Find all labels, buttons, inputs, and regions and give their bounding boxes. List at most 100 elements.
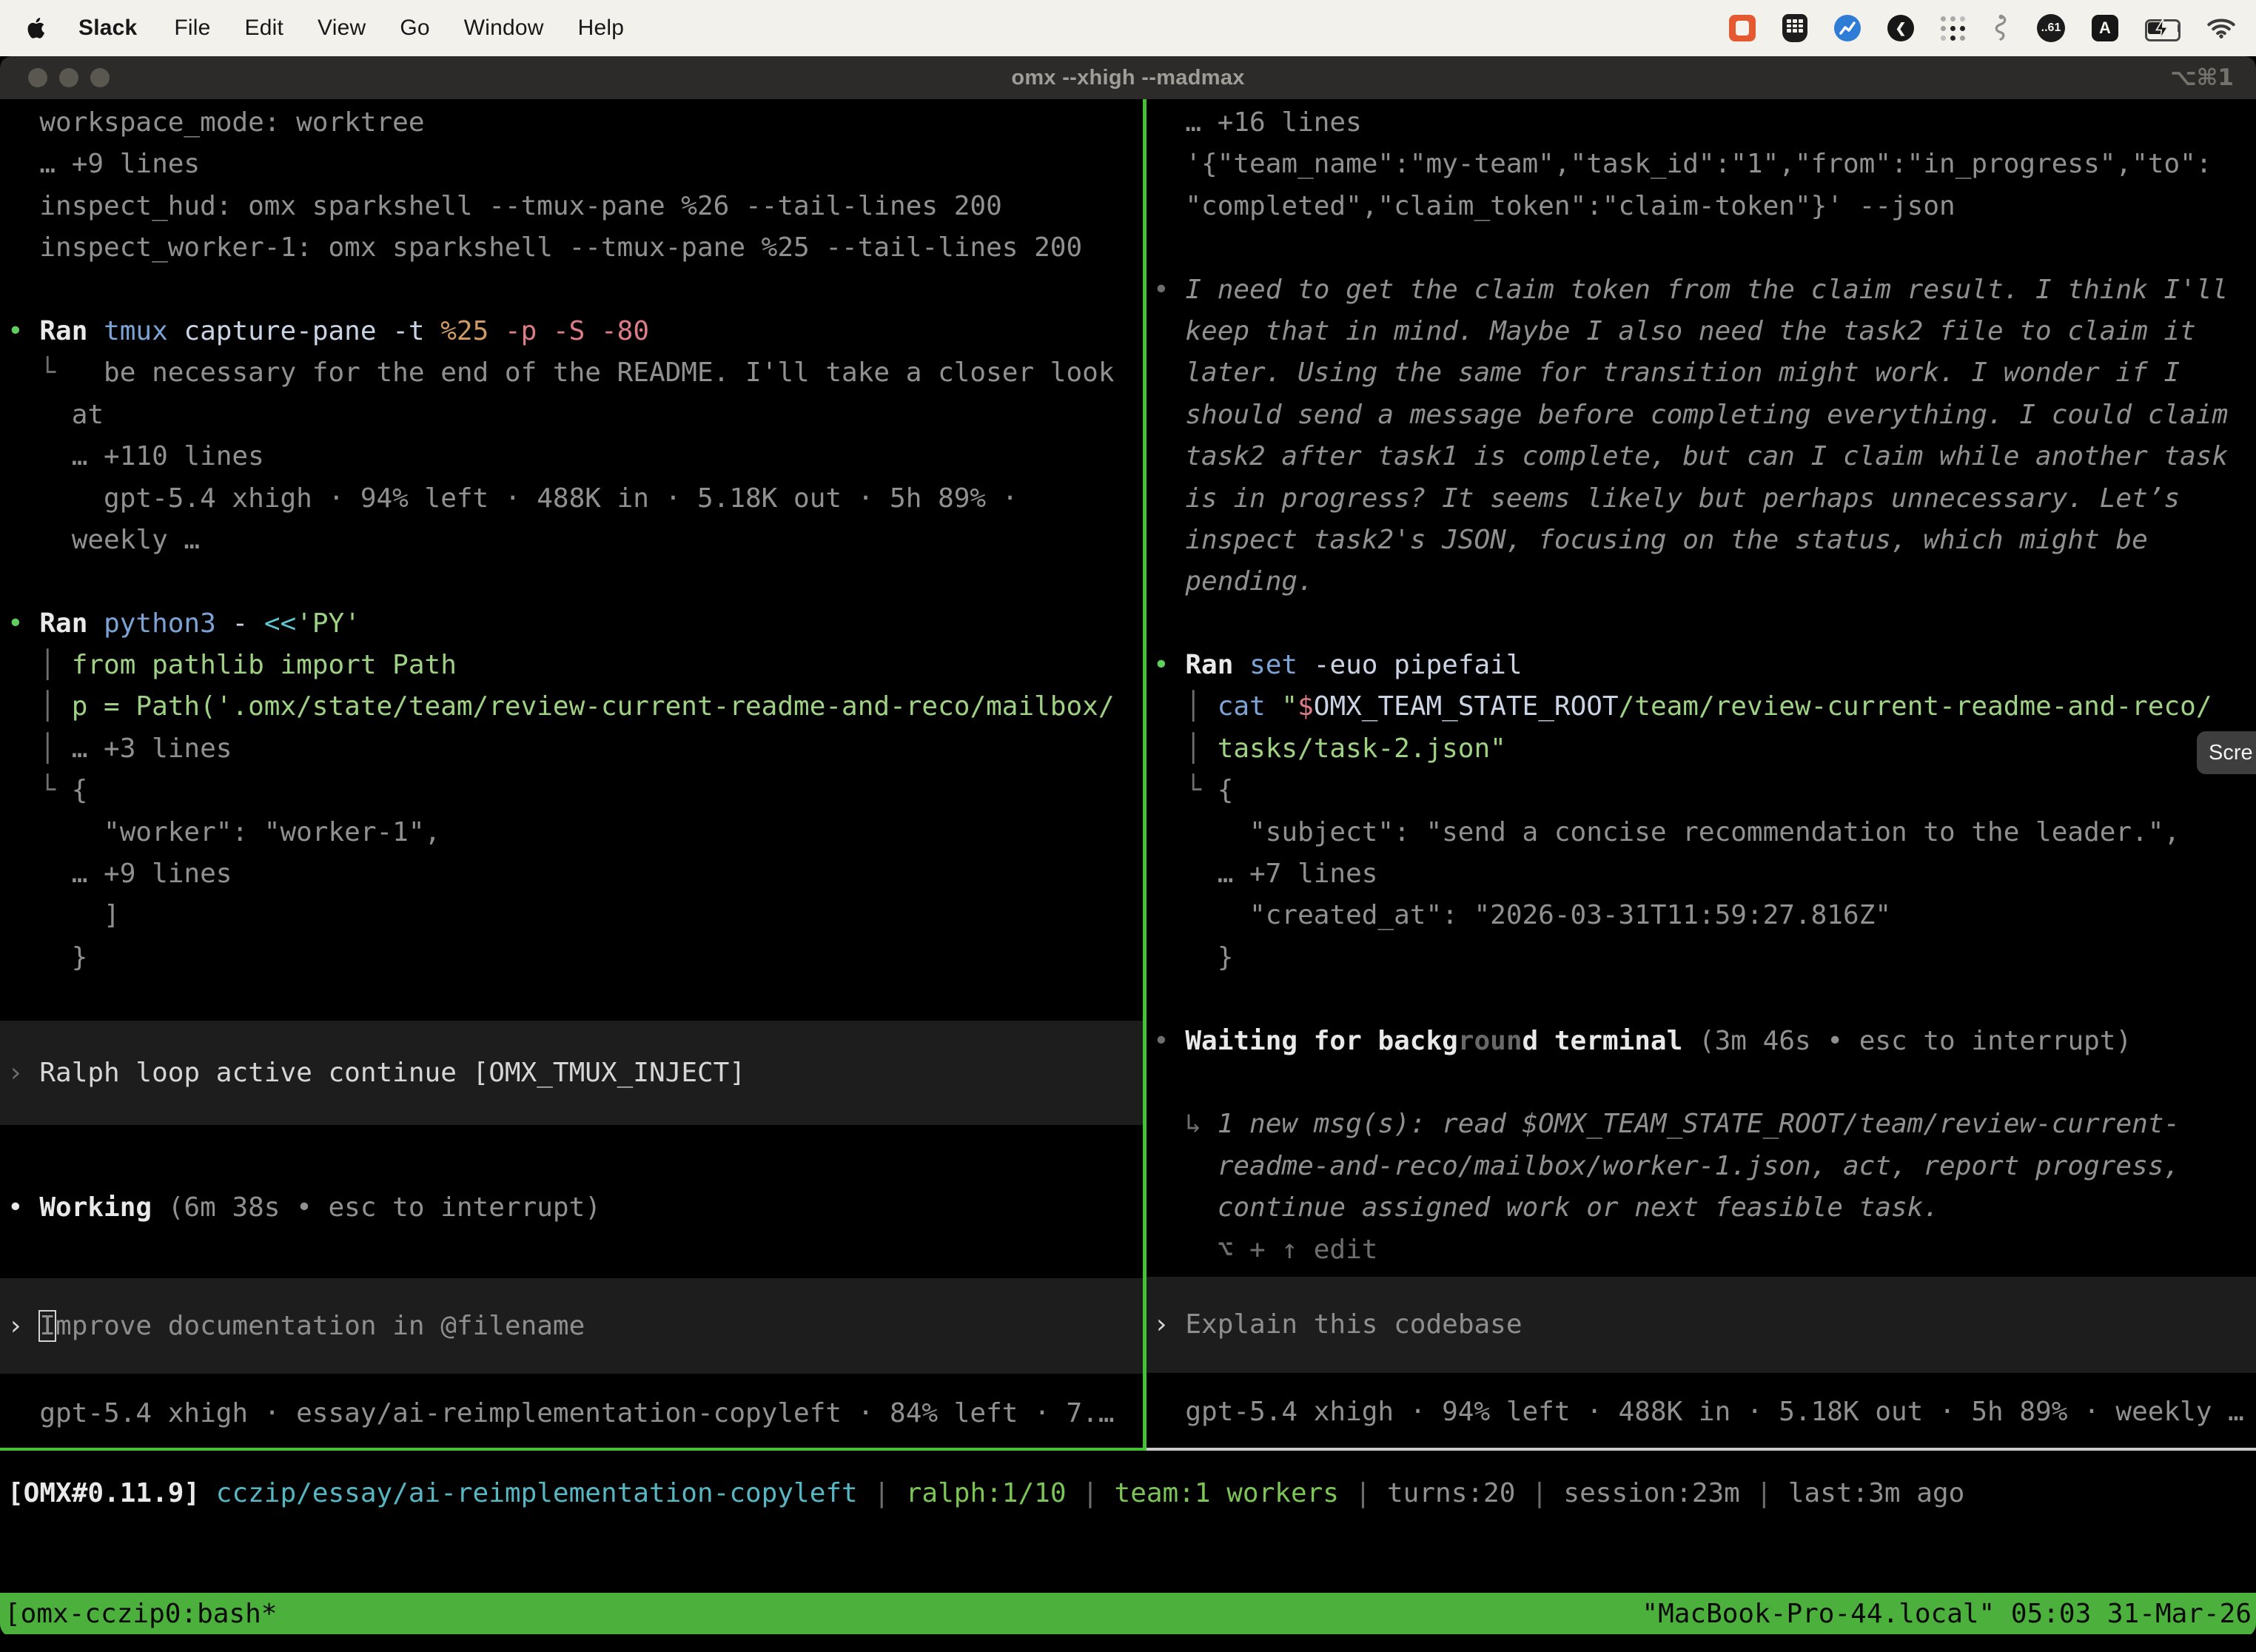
- zoom-button[interactable]: [90, 68, 110, 87]
- terminal-line: pending.: [1153, 561, 2256, 602]
- terminal-line: should send a message before completing …: [1153, 394, 2256, 436]
- text-segment: |: [1740, 1478, 1788, 1508]
- menu-item-view[interactable]: View: [318, 16, 366, 40]
- menu-item-edit[interactable]: Edit: [245, 16, 284, 40]
- terminal-line: │ from pathlib import Path: [7, 645, 1143, 686]
- text-segment: •: [1153, 1026, 1185, 1056]
- terminal-line: [1153, 603, 2256, 645]
- menu-items: Slack File Edit View Go Window Help: [0, 16, 658, 41]
- terminal-line: │ … +3 lines: [7, 728, 1143, 770]
- dots-grid-icon[interactable]: [1941, 16, 1964, 40]
- text-segment: inspect_hud: omx sparkshell --tmux-pane …: [7, 191, 1002, 221]
- menu-item-window[interactable]: Window: [464, 16, 544, 40]
- terminal-line: inspect_worker-1: omx sparkshell --tmux-…: [7, 227, 1143, 269]
- menu-item-file[interactable]: File: [174, 16, 210, 40]
- ralph-loop-banner: › Ralph loop active continue [OMX_TMUX_I…: [0, 1021, 1143, 1125]
- text-segment: │: [1153, 691, 1218, 722]
- terminal-line: [1153, 1062, 2256, 1104]
- terminal-line: task2 after task1 is complete, but can I…: [1153, 436, 2256, 477]
- stats-bolt-icon[interactable]: [1834, 15, 1861, 41]
- text-segment: ›: [1153, 1309, 1185, 1340]
- text-segment: {: [72, 775, 88, 805]
- text-segment: [OMX#0.11.9]: [7, 1478, 216, 1508]
- text-segment: cczip/essay/ai-reimplementation-copyleft: [216, 1478, 858, 1508]
- text-segment: ]: [7, 900, 120, 930]
- terminal-line: [1153, 1373, 2256, 1391]
- text-segment: ↳: [1153, 1109, 1218, 1139]
- text-segment: |: [858, 1478, 906, 1508]
- wifi-icon[interactable]: [2207, 17, 2235, 39]
- character-input-icon[interactable]: A: [2092, 15, 2118, 41]
- text-segment: weekly …: [7, 525, 200, 555]
- terminal-line: later. Using the same for transition mig…: [1153, 352, 2256, 394]
- close-button[interactable]: [28, 68, 47, 87]
- terminal-line: • Ran tmux capture-pane -t %25 -p -S -80: [7, 311, 1143, 352]
- text-segment: session:23m: [1563, 1478, 1739, 1508]
- text-segment: be necessary for the end of the README. …: [104, 357, 1114, 388]
- text-segment: … +7 lines: [1153, 859, 1377, 889]
- chevron-circle-icon[interactable]: ❮: [1887, 15, 1914, 41]
- text-segment: OMX_TEAM_STATE_ROOT: [1314, 691, 1619, 722]
- text-segment: ralph:1/10: [906, 1478, 1067, 1508]
- terminal-line: [1153, 1271, 2256, 1277]
- text-segment: -: [232, 608, 263, 639]
- menu-item-slack[interactable]: Slack: [78, 16, 137, 40]
- text-segment: Waiting for backg: [1185, 1026, 1457, 1056]
- terminal-line: │ tasks/task-2.json": [1153, 728, 2256, 770]
- terminal-line: at: [7, 394, 1143, 436]
- terminal-line: ↳ 1 new msg(s): read $OMX_TEAM_STATE_ROO…: [1153, 1104, 2256, 1145]
- terminal-line: … +9 lines: [7, 853, 1143, 895]
- text-segment: workspace_mode: worktree: [7, 107, 425, 138]
- terminal-line: … +110 lines: [7, 436, 1143, 477]
- badge-61-icon[interactable]: ..61: [2037, 14, 2065, 42]
- menu-item-slot: Slack File Edit View Go Window Help: [78, 16, 658, 41]
- screen-share-overlay[interactable]: Scre: [2197, 731, 2256, 774]
- tmux-session-label: [omx-cczip0:bash*: [0, 1599, 277, 1629]
- window-controls: [28, 56, 110, 99]
- terminal-line: [7, 269, 1143, 311]
- terminal-line: workspace_mode: worktree: [7, 102, 1143, 144]
- text-segment: gpt-5.4 xhigh · essay/ai-reimplementatio…: [7, 1398, 1115, 1428]
- text-segment: gpt-5.4 xhigh · 94% left · 488K in · 5.1…: [1153, 1397, 2244, 1427]
- tmux-host-clock: "MacBook-Pro-44.local" 05:03 31-Mar-26: [1642, 1599, 2256, 1629]
- terminal-line: "worker": "worker-1",: [7, 812, 1143, 853]
- text-segment: ›: [7, 1311, 39, 1341]
- text-segment: python3: [104, 608, 232, 639]
- menu-item-go[interactable]: Go: [400, 16, 429, 40]
- text-segment: continue assigned work or next feasible …: [1153, 1192, 1939, 1223]
- screen-recording-icon[interactable]: [1729, 15, 1756, 41]
- terminal-line: "completed","claim_token":"claim-token"}…: [1153, 186, 2256, 227]
- terminal-content: workspace_mode: worktree … +9 lines insp…: [0, 99, 2256, 1637]
- terminal-line: • I need to get the claim token from the…: [1153, 269, 2256, 311]
- omx-status-line: [OMX#0.11.9] cczip/essay/ai-reimplementa…: [7, 1473, 1964, 1514]
- text-segment: ⌥ + ↑ edit: [1153, 1235, 1377, 1265]
- pane-border-bottom-right: [1147, 1448, 2256, 1451]
- tmux-pane-right[interactable]: … +16 lines '{"team_name":"my-team","tas…: [1147, 99, 2256, 1434]
- terminal-line: readme-and-reco/mailbox/worker-1.json, a…: [1153, 1146, 2256, 1187]
- text-segment: roun: [1458, 1026, 1523, 1056]
- text-segment: (3m 46s • esc to interrupt): [1699, 1026, 2132, 1056]
- text-segment: pending.: [1153, 566, 1314, 597]
- window-title-bar[interactable]: omx --xhigh --madmax ⌥⌘1: [0, 56, 2256, 99]
- terminal-line: • Working (6m 38s • esc to interrupt): [7, 1187, 1143, 1229]
- text-segment: •: [1153, 275, 1185, 305]
- apple-menu-icon[interactable]: [27, 16, 49, 41]
- terminal-line: [7, 1374, 1143, 1392]
- text-segment: ": [1281, 691, 1297, 722]
- terminal-line: • Ran set -euo pipefail: [1153, 645, 2256, 686]
- squiggle-app-icon[interactable]: [1991, 14, 2010, 42]
- prompt-input-right[interactable]: › Explain this codebase: [1147, 1277, 2256, 1373]
- tmux-pane-left[interactable]: workspace_mode: worktree … +9 lines insp…: [0, 99, 1143, 1434]
- text-segment: |: [1339, 1478, 1387, 1508]
- terminal-line: │ cat "$OMX_TEAM_STATE_ROOT/team/review-…: [1153, 686, 2256, 728]
- tmux-status-bar: [omx-cczip0:bash* "MacBook-Pro-44.local"…: [0, 1593, 2256, 1634]
- text-segment: └: [7, 357, 104, 388]
- keyboard-icon[interactable]: [1782, 14, 1807, 42]
- menu-item-help[interactable]: Help: [578, 16, 625, 40]
- prompt-input-left[interactable]: › Improve documentation in @filename: [0, 1278, 1143, 1374]
- text-segment: readme-and-reco/mailbox/worker-1.json, a…: [1153, 1151, 2180, 1181]
- text-segment: -t: [392, 316, 440, 346]
- text-segment: │: [1153, 733, 1218, 764]
- minimize-button[interactable]: [59, 68, 78, 87]
- battery-charging-icon[interactable]: [2145, 19, 2181, 37]
